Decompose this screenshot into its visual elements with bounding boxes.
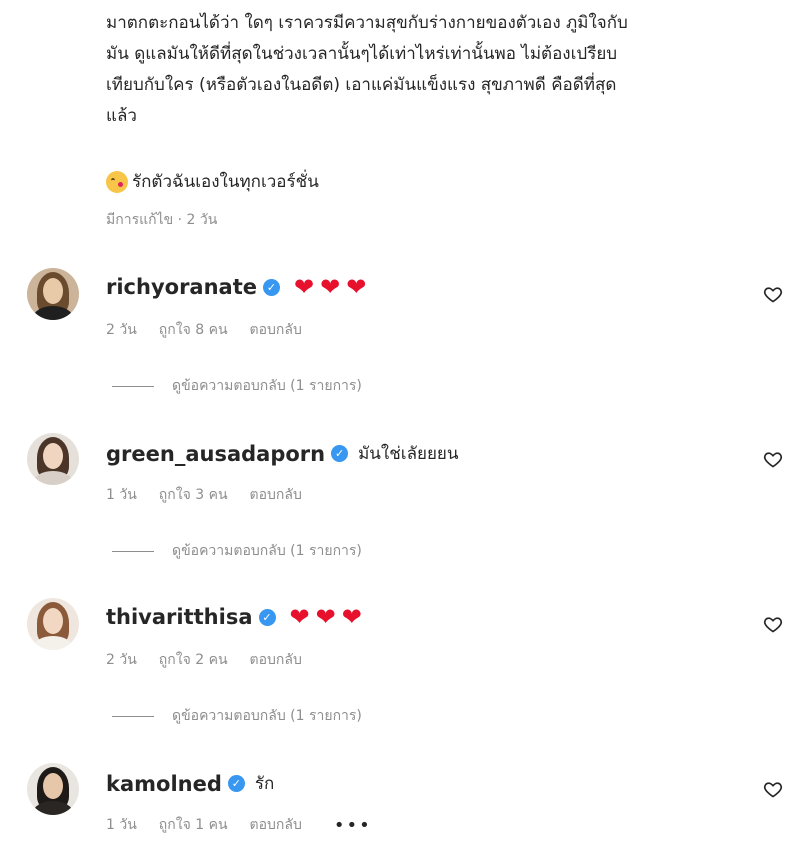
divider-line xyxy=(112,385,154,387)
verified-badge-icon: ✓ xyxy=(227,775,245,792)
comment-time: 2 วัน xyxy=(106,652,137,668)
view-replies-label: ดูข้อความตอบกลับ (1 รายการ) xyxy=(172,543,362,559)
post-caption: มาตกตะกอนได้ว่า ใดๆ เราควรมีความสุขกับร่… xyxy=(106,13,628,126)
red-heart-icon: ❤ xyxy=(346,273,367,301)
red-heart-icon: ❤ xyxy=(289,603,310,631)
view-replies-button[interactable]: ดูข้อความตอบกลับ (1 รายการ) xyxy=(112,540,362,562)
comment-username[interactable]: thivaritthisa xyxy=(106,605,253,629)
caption-edited-meta: มีการแก้ไข · 2 วัน xyxy=(106,212,218,228)
view-replies-label: ดูข้อความตอบกลับ (1 รายการ) xyxy=(172,708,362,724)
avatar[interactable] xyxy=(27,268,79,320)
comment-time: 1 วัน xyxy=(106,817,137,833)
reply-button[interactable]: ตอบกลับ xyxy=(250,649,302,671)
comment-username[interactable]: kamolned xyxy=(106,772,222,796)
red-heart-icon: ❤ xyxy=(294,273,315,301)
comment-username[interactable]: green_ausadaporn xyxy=(106,442,325,466)
red-heart-icon: ❤ xyxy=(315,603,336,631)
heart-outline-icon[interactable] xyxy=(763,284,783,304)
verified-badge-icon: ✓ xyxy=(263,278,280,296)
verified-badge-icon: ✓ xyxy=(331,445,349,462)
view-replies-button[interactable]: ดูข้อความตอบกลับ (1 รายการ) xyxy=(112,375,362,397)
divider-line xyxy=(112,550,154,552)
comment-likes[interactable]: ถูกใจ 8 คน xyxy=(159,319,228,341)
avatar[interactable] xyxy=(27,433,79,485)
kissing-face-emoji-icon xyxy=(106,170,128,193)
comment-time: 1 วัน xyxy=(106,487,137,503)
comment-hearts: ❤ ❤ ❤ xyxy=(294,273,367,301)
reply-button[interactable]: ตอบกลับ xyxy=(250,319,302,341)
avatar[interactable] xyxy=(27,598,79,650)
caption-signoff-text: รักตัวฉันเองในทุกเวอร์ชั่น xyxy=(132,172,319,192)
reply-button[interactable]: ตอบกลับ xyxy=(250,484,302,506)
comment-likes[interactable]: ถูกใจ 1 คน xyxy=(159,814,228,836)
view-replies-button[interactable]: ดูข้อความตอบกลับ (1 รายการ) xyxy=(112,705,362,727)
reply-button[interactable]: ตอบกลับ xyxy=(250,814,302,836)
view-replies-label: ดูข้อความตอบกลับ (1 รายการ) xyxy=(172,378,362,394)
comment-likes[interactable]: ถูกใจ 3 คน xyxy=(159,484,228,506)
more-options-icon[interactable]: ••• xyxy=(334,815,372,836)
heart-outline-icon[interactable] xyxy=(763,449,783,469)
comment-likes[interactable]: ถูกใจ 2 คน xyxy=(159,649,228,671)
divider-line xyxy=(112,715,154,717)
comment-hearts: ❤ ❤ ❤ xyxy=(289,603,362,631)
verified-badge-icon: ✓ xyxy=(258,608,276,626)
comment-text: มันใช่เลัยยยน xyxy=(358,444,459,464)
caption-signoff: รักตัวฉันเองในทุกเวอร์ชั่น xyxy=(106,168,319,195)
comment-time: 2 วัน xyxy=(106,322,137,338)
heart-outline-icon[interactable] xyxy=(763,614,783,634)
heart-outline-icon[interactable] xyxy=(763,779,783,799)
comment-username[interactable]: richyoranate xyxy=(106,275,257,299)
comment-text: รัก xyxy=(254,774,275,794)
red-heart-icon: ❤ xyxy=(320,273,341,301)
red-heart-icon: ❤ xyxy=(341,603,362,631)
avatar[interactable] xyxy=(27,763,79,815)
